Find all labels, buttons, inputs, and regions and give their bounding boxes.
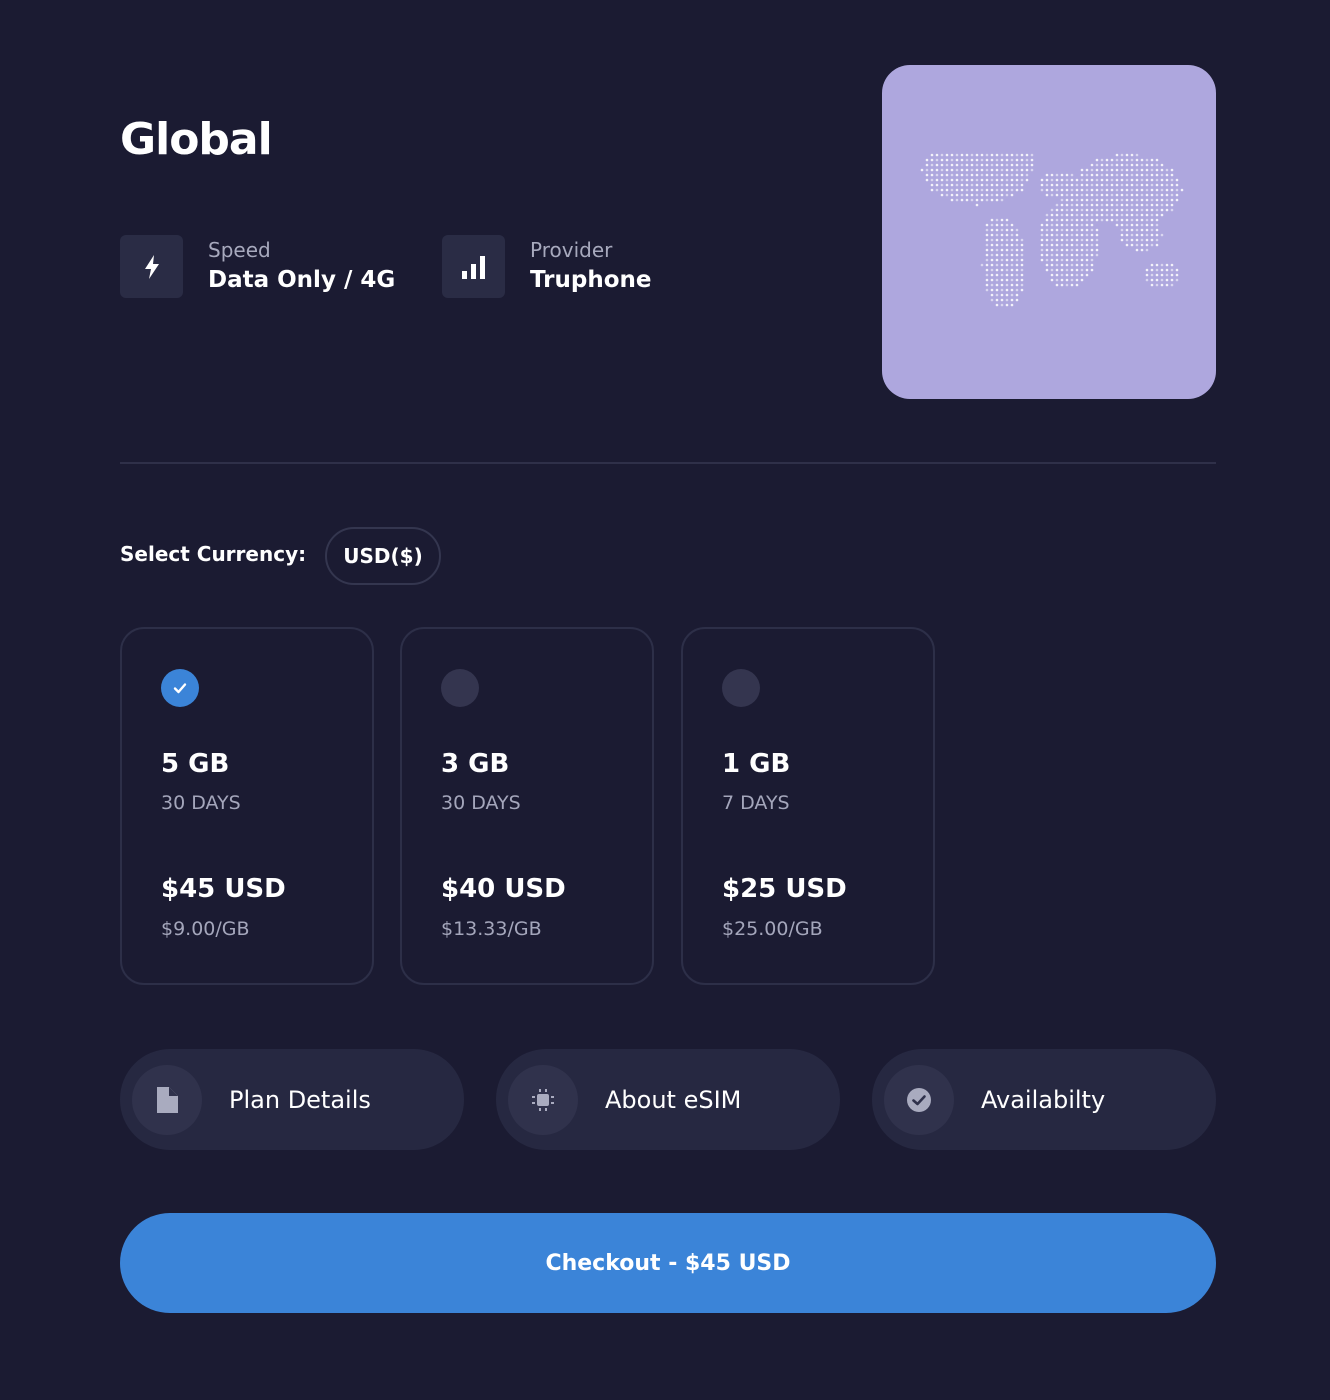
plan-rate: $9.00/GB bbox=[161, 918, 250, 940]
plan-card-1gb[interactable]: 1 GB 7 DAYS $25 USD $25.00/GB bbox=[681, 627, 935, 985]
plan-data: 1 GB bbox=[722, 749, 791, 779]
lightning-icon bbox=[120, 235, 183, 298]
checkmark-icon bbox=[173, 683, 187, 694]
document-icon bbox=[132, 1064, 202, 1135]
plan-duration: 30 DAYS bbox=[161, 792, 241, 814]
world-map-icon bbox=[920, 153, 1184, 307]
plan-radio[interactable] bbox=[722, 669, 760, 707]
plan-rate: $25.00/GB bbox=[722, 918, 823, 940]
signal-bars-icon bbox=[442, 235, 505, 298]
plan-card-5gb[interactable]: 5 GB 30 DAYS $45 USD $9.00/GB bbox=[120, 627, 374, 985]
plan-duration: 7 DAYS bbox=[722, 792, 790, 814]
plan-details-label: Plan Details bbox=[229, 1085, 371, 1114]
about-esim-button[interactable]: About eSIM bbox=[496, 1049, 840, 1150]
plan-rate: $13.33/GB bbox=[441, 918, 542, 940]
plan-price: $25 USD bbox=[722, 874, 847, 904]
availability-label: Availabilty bbox=[981, 1085, 1106, 1114]
chip-icon bbox=[508, 1064, 578, 1135]
plan-price: $40 USD bbox=[441, 874, 566, 904]
about-esim-label: About eSIM bbox=[605, 1085, 742, 1114]
plan-card-3gb[interactable]: 3 GB 30 DAYS $40 USD $13.33/GB bbox=[400, 627, 654, 985]
currency-selector[interactable]: USD($) bbox=[325, 527, 441, 585]
plan-data: 5 GB bbox=[161, 749, 230, 779]
provider-spec: Provider Truphone bbox=[442, 235, 652, 298]
world-map-card bbox=[882, 65, 1216, 399]
check-circle-icon bbox=[884, 1064, 954, 1135]
provider-label: Provider bbox=[530, 237, 613, 262]
plan-radio[interactable] bbox=[441, 669, 479, 707]
provider-value: Truphone bbox=[530, 266, 652, 293]
speed-label: Speed bbox=[208, 237, 271, 262]
checkout-button[interactable]: Checkout - $45 USD bbox=[120, 1213, 1216, 1313]
speed-value: Data Only / 4G bbox=[208, 266, 396, 293]
availability-button[interactable]: Availabilty bbox=[872, 1049, 1216, 1150]
speed-spec: Speed Data Only / 4G bbox=[120, 235, 395, 298]
page-title: Global bbox=[120, 114, 273, 165]
plan-data: 3 GB bbox=[441, 749, 510, 779]
plan-details-button[interactable]: Plan Details bbox=[120, 1049, 464, 1150]
esim-plan-page: Global Speed Data Only / 4G Provider Tru… bbox=[0, 0, 1330, 1400]
divider bbox=[120, 462, 1216, 464]
plan-radio-selected[interactable] bbox=[161, 669, 199, 707]
plan-price: $45 USD bbox=[161, 874, 286, 904]
plan-duration: 30 DAYS bbox=[441, 792, 521, 814]
currency-label: Select Currency: bbox=[120, 542, 307, 566]
